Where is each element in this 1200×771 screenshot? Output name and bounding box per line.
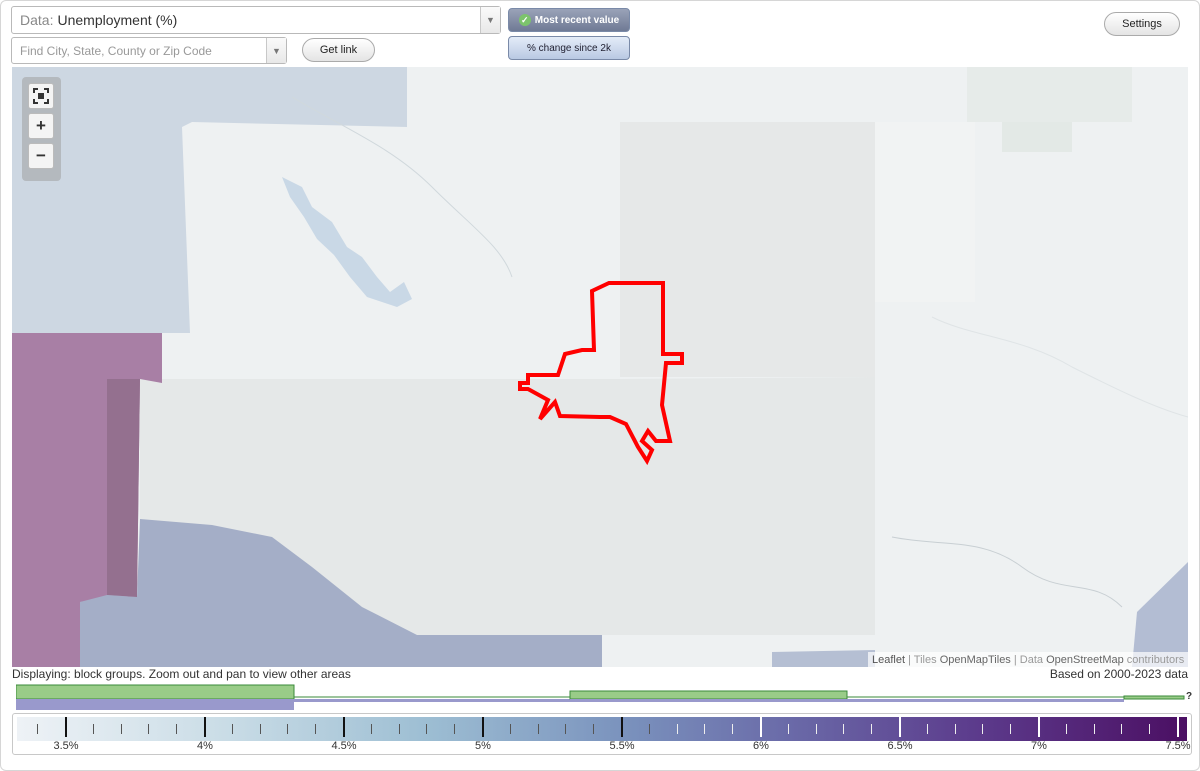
legend-minor-tick [732,724,734,734]
openmaptiles-link[interactable]: OpenMapTiles [940,654,1011,666]
legend-tick-label: 3.5% [53,740,79,752]
legend-minor-tick [120,724,122,734]
search-input[interactable]: Find City, State, County or Zip Code ▼ [11,37,287,64]
legend-minor-tick [426,724,428,734]
most-recent-label: Most recent value [534,14,620,26]
region-bluegray-south [772,650,875,667]
leaflet-link[interactable]: Leaflet [872,654,905,666]
value-histogram: ? [15,683,1192,711]
legend-gradient [17,717,1187,741]
legend-minor-tick [648,724,650,734]
region-purple-west-inner [107,379,140,597]
legend-tick-label: 7.5% [1165,740,1191,752]
check-icon: ✓ [518,14,531,26]
attribution-sep-tiles: | Tiles [905,653,940,666]
legend-minor-tick [982,724,984,734]
color-legend: 3.5% 4% 4.5% 5% 5.5% 6% 6.5% 7% 7.5% [12,713,1192,755]
legend-tick-label: 4% [197,740,213,752]
legend-minor-tick [926,724,928,734]
legend-minor-tick [315,724,317,734]
map-svg [12,67,1188,667]
display-status: Displaying: block groups. Zoom out and p… [12,667,351,681]
region-ne-small [1002,122,1072,152]
openstreetmap-link[interactable]: OpenStreetMap [1046,654,1124,666]
legend-tick-label: 7% [1031,740,1047,752]
legend-minor-tick [1093,724,1095,734]
legend-minor-tick [1149,724,1151,734]
legend-tick-label: 4.5% [331,740,357,752]
data-selector-prefix: Data: [20,12,54,28]
search-dropdown-icon[interactable]: ▼ [266,38,286,63]
legend-minor-tick [537,724,539,734]
legend-minor-tick [676,724,678,734]
attribution-contributors: contributors [1123,653,1185,666]
histogram-bar-green-1 [15,684,295,700]
histogram-unknown-marker: ? [1186,691,1192,702]
legend-minor-tick [593,724,595,734]
get-link-button[interactable]: Get link [302,38,375,62]
legend-minor-tick [787,724,789,734]
legend-minor-tick [259,724,261,734]
histogram-bar-green-3 [1123,695,1185,700]
legend-tick-label: 6.5% [887,740,913,752]
legend-minor-tick [954,724,956,734]
legend-tick-label: 6% [753,740,769,752]
legend-minor-tick [92,724,94,734]
data-range-note: Based on 2000-2023 data [1049,667,1188,681]
chevron-down-icon[interactable]: ▼ [480,7,500,33]
legend-minor-tick [454,724,456,734]
attribution-sep-data: | Data [1010,653,1047,666]
legend-minor-tick [704,724,706,734]
map-attribution: Leaflet | Tiles OpenMapTiles | Data Open… [868,652,1188,667]
map-canvas[interactable] [12,67,1188,667]
histogram-bar-purple-2 [294,699,570,702]
legend-major-tick [760,717,762,737]
legend-minor-tick [287,724,289,734]
legend-minor-tick [815,724,817,734]
legend-tick-label: 5.5% [609,740,635,752]
legend-minor-tick [1121,724,1123,734]
legend-tick-label: 5% [475,740,491,752]
pct-change-toggle[interactable]: % change since 2k [508,36,630,60]
histogram-bar-green-2 [569,690,848,700]
search-placeholder: Find City, State, County or Zip Code [20,43,212,58]
legend-minor-tick [1010,724,1012,734]
legend-major-tick [343,717,345,737]
legend-minor-tick [843,724,845,734]
legend-minor-tick [1065,724,1067,734]
zoom-in-button[interactable]: + [28,113,54,139]
legend-minor-tick [37,724,39,734]
legend-major-tick [621,717,623,737]
legend-minor-tick [398,724,400,734]
zoom-control-panel: + − [22,77,61,181]
settings-button[interactable]: Settings [1104,12,1180,36]
legend-major-tick [65,717,67,737]
legend-minor-tick [231,724,233,734]
legend-minor-tick [176,724,178,734]
data-selector[interactable]: Data: Unemployment (%) ▼ [11,6,501,34]
zoom-out-button[interactable]: − [28,143,54,169]
region-block-group-ne [967,67,1132,122]
legend-minor-tick [871,724,873,734]
data-selector-value: Unemployment (%) [57,12,178,28]
legend-major-tick [1177,717,1179,737]
legend-minor-tick [148,724,150,734]
fullscreen-icon[interactable] [28,83,54,109]
legend-minor-tick [565,724,567,734]
region-block-group-center-north [620,122,875,377]
histogram-bar-purple-1 [16,699,294,710]
most-recent-value-toggle[interactable]: ✓ Most recent value [508,8,630,32]
legend-major-tick [204,717,206,737]
legend-major-tick [482,717,484,737]
histogram-bar-purple-3 [570,699,1124,702]
legend-minor-tick [509,724,511,734]
legend-major-tick [899,717,901,737]
legend-major-tick [1038,717,1040,737]
region-east-light [875,122,975,302]
legend-minor-tick [370,724,372,734]
